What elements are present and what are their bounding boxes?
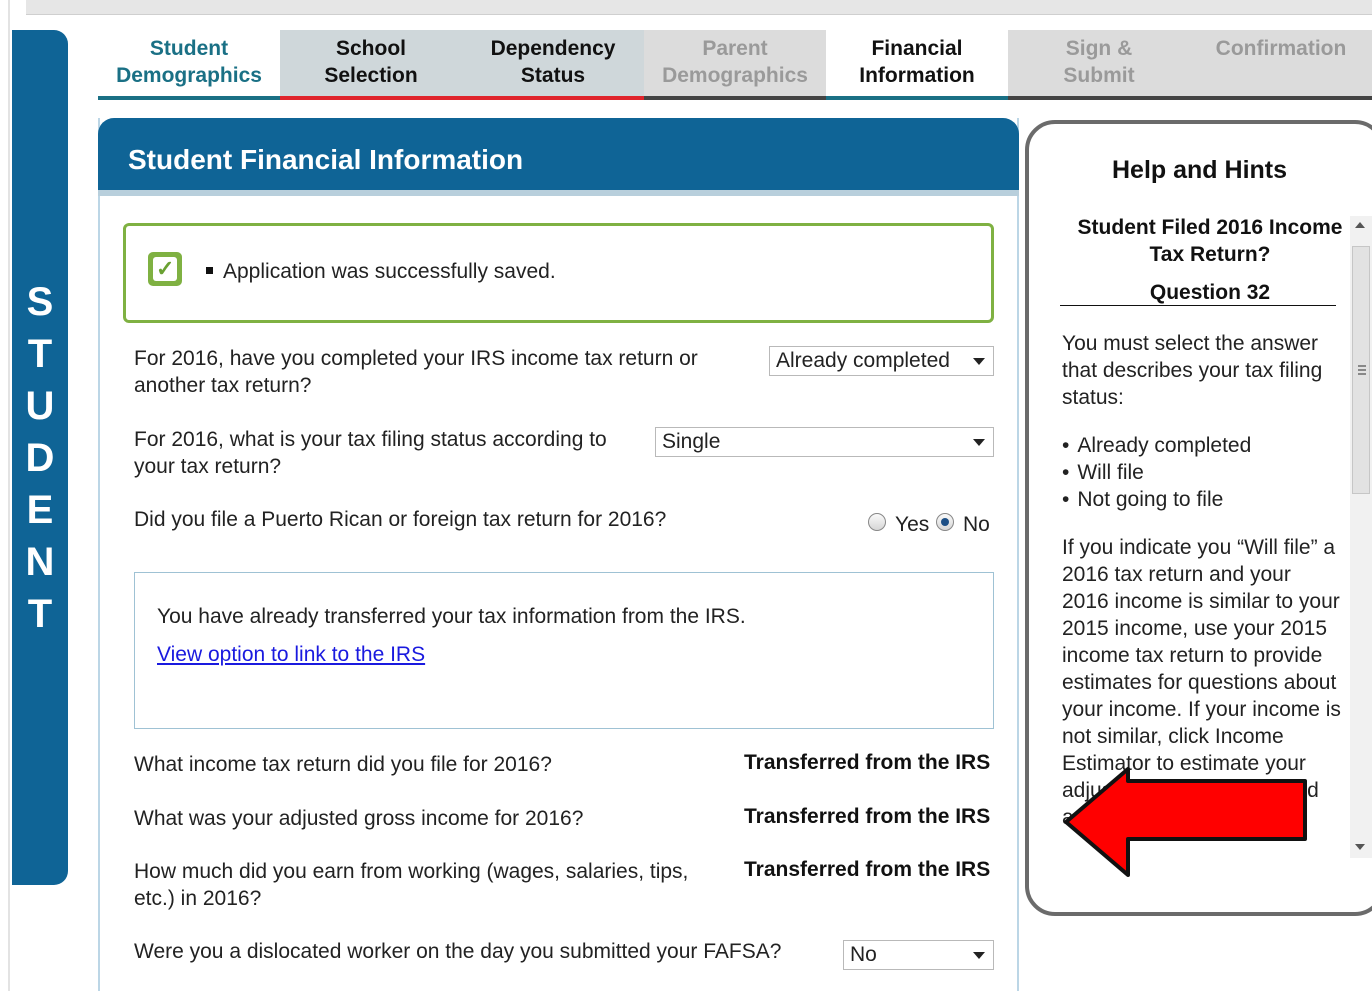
tab-school-selection[interactable]: School Selection — [280, 30, 462, 100]
browser-top-bar — [26, 0, 1372, 15]
foreign-no-radio[interactable] — [936, 513, 954, 531]
bullet-icon — [206, 266, 213, 274]
tab-label-line2: Demographics — [662, 64, 808, 87]
page-left-edge — [8, 0, 10, 991]
irs-link-option[interactable]: View option to link to the IRS — [157, 643, 425, 667]
student-section-banner: S T U D E N T — [12, 30, 68, 885]
tab-label-line2: Demographics — [116, 64, 262, 87]
chevron-down-icon — [973, 439, 985, 446]
tab-label-line1: Student — [149, 37, 229, 60]
tab-student-demographics[interactable]: Student Demographics — [98, 30, 280, 100]
question-filing-status: For 2016, what is your tax filing status… — [134, 428, 607, 478]
help-content: Student Filed 2016 Income Tax Return? Qu… — [1050, 212, 1350, 857]
tab-parent-demographics[interactable]: Parent Demographics — [644, 30, 826, 100]
chevron-down-icon — [973, 358, 985, 365]
tab-financial-information[interactable]: Financial Information — [826, 30, 1008, 100]
help-option: Will file — [1062, 459, 1251, 486]
banner-letter: U — [25, 383, 55, 428]
earned-answer: Transferred from the IRS — [744, 858, 991, 881]
tab-label-line2: Status — [520, 64, 586, 87]
tab-confirmation[interactable]: Confirmation — [1190, 30, 1372, 100]
help-divider — [1060, 305, 1336, 306]
banner-letter: T — [27, 591, 53, 636]
banner-letter: E — [26, 487, 54, 532]
help-intro: You must select the answer that describe… — [1062, 332, 1323, 409]
filing-status-value: Single — [662, 430, 721, 453]
help-title: Help and Hints — [1112, 156, 1288, 184]
success-message: Application was successfully saved. — [223, 260, 556, 283]
success-alert: ✓ Application was successfully saved. — [123, 223, 994, 323]
banner-letter: S — [26, 279, 54, 324]
page-title: Student Financial Information — [128, 144, 524, 175]
agi-answer: Transferred from the IRS — [744, 805, 991, 828]
help-options-list: Already completed Will file Not going to… — [1062, 432, 1251, 513]
irs-transfer-message: You have already transferred your tax in… — [157, 605, 746, 628]
question-tax-return-completed: For 2016, have you completed your IRS in… — [134, 347, 698, 397]
question-income-tax-return-type: What income tax return did you file for … — [134, 753, 552, 776]
tab-label-line1: Financial — [871, 37, 963, 60]
dislocated-worker-value: No — [850, 943, 877, 966]
checkmark-icon: ✓ — [148, 252, 182, 286]
tab-label-line1: Sign & — [1065, 37, 1133, 60]
tax-return-status-select[interactable]: Already completed — [769, 346, 994, 376]
help-option: Already completed — [1062, 432, 1251, 459]
scroll-thumb[interactable] — [1352, 246, 1370, 494]
tax-return-status-value: Already completed — [776, 349, 950, 372]
tab-label-line1: Confirmation — [1215, 37, 1347, 60]
question-foreign-tax-return: Did you file a Puerto Rican or foreign t… — [134, 508, 667, 531]
foreign-yes-radio[interactable] — [868, 513, 886, 531]
filing-status-select[interactable]: Single — [655, 427, 994, 457]
help-subtitle: Student Filed 2016 Income Tax Return? — [1077, 216, 1343, 266]
banner-letter: N — [25, 539, 55, 584]
tab-label-line1: Parent — [702, 37, 768, 60]
income-tax-return-answer: Transferred from the IRS — [744, 751, 991, 774]
tab-label-line1: Dependency — [490, 37, 616, 60]
tab-label-line2: Information — [859, 64, 975, 87]
help-scrollbar[interactable] — [1350, 216, 1372, 858]
foreign-yes-label: Yes — [895, 513, 930, 536]
scroll-down-icon[interactable] — [1355, 844, 1365, 850]
red-arrow-annotation — [1064, 767, 1307, 877]
dislocated-worker-select[interactable]: No — [843, 940, 994, 970]
question-earned-from-working: How much did you earn from working (wage… — [134, 860, 689, 910]
scroll-up-icon[interactable] — [1355, 222, 1365, 228]
question-adjusted-gross-income: What was your adjusted gross income for … — [134, 807, 584, 830]
tab-label-line2: Submit — [1063, 64, 1135, 87]
tab-label-line1: School — [335, 37, 406, 60]
panel-header: Student Financial Information — [98, 118, 1019, 196]
foreign-no-label: No — [963, 513, 990, 536]
tab-label-line2: Selection — [324, 64, 418, 87]
tab-dependency-status[interactable]: Dependency Status — [462, 30, 644, 100]
irs-transfer-notice: You have already transferred your tax in… — [134, 572, 994, 729]
chevron-down-icon — [973, 952, 985, 959]
question-dislocated-worker: Were you a dislocated worker on the day … — [134, 940, 782, 963]
banner-letter: T — [27, 331, 53, 376]
help-question-number: Question 32 — [1149, 281, 1271, 304]
tab-sign-submit[interactable]: Sign & Submit — [1008, 30, 1190, 100]
banner-letter: D — [25, 435, 55, 480]
help-option: Not going to file — [1062, 486, 1251, 513]
progress-tabs: Student Demographics School Selection De… — [98, 30, 1372, 100]
